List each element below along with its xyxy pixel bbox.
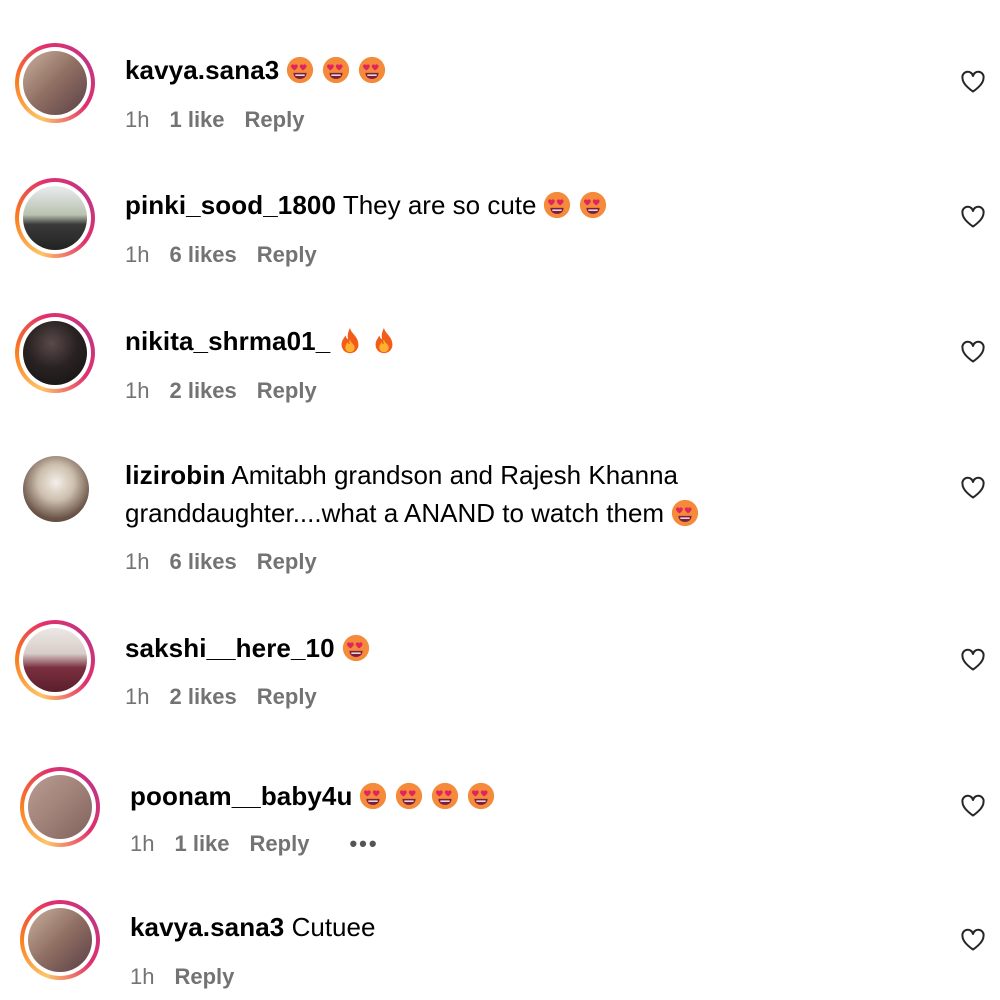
comment-meta: 1h 1 like Reply bbox=[125, 107, 324, 133]
comment-emojis bbox=[664, 498, 700, 528]
reply-button[interactable]: Reply bbox=[257, 549, 317, 574]
reply-button[interactable]: Reply bbox=[257, 378, 317, 403]
fire-emoji-icon bbox=[336, 326, 364, 356]
comment-line: poonam__baby4u bbox=[130, 777, 496, 815]
comment-time: 1h bbox=[130, 964, 155, 989]
comment-likes[interactable]: 6 likes bbox=[169, 549, 236, 574]
comment-likes[interactable]: 2 likes bbox=[169, 378, 236, 403]
comment-line: nikita_shrma01_ bbox=[125, 322, 398, 360]
avatar[interactable] bbox=[15, 313, 95, 393]
comment-time: 1h bbox=[125, 549, 150, 574]
comment-time: 1h bbox=[125, 107, 150, 132]
comment-meta: 1h 6 likes Reply bbox=[125, 242, 337, 268]
comment-emojis bbox=[536, 190, 608, 220]
heart-eyes-emoji-icon bbox=[394, 781, 424, 811]
reply-button[interactable]: Reply bbox=[257, 242, 317, 267]
heart-eyes-emoji-icon bbox=[578, 190, 608, 220]
heart-outline-icon[interactable] bbox=[960, 340, 986, 364]
reply-button[interactable]: Reply bbox=[174, 964, 234, 989]
heart-eyes-emoji-icon bbox=[321, 55, 351, 85]
comment-line: kavya.sana3 Cutuee bbox=[130, 908, 375, 946]
comment-likes[interactable]: 6 likes bbox=[169, 242, 236, 267]
comments-list: kavya.sana3 1h 1 like Reply pinki_sood_180… bbox=[0, 0, 1000, 1000]
comment-username[interactable]: poonam__baby4u bbox=[130, 781, 352, 811]
fire-emoji-icon bbox=[370, 326, 398, 356]
comment-meta: 1h 2 likes Reply bbox=[125, 378, 337, 404]
comment-emojis bbox=[335, 633, 371, 663]
avatar[interactable] bbox=[15, 178, 95, 258]
avatar[interactable] bbox=[15, 43, 95, 123]
heart-eyes-emoji-icon bbox=[285, 55, 315, 85]
heart-eyes-emoji-icon bbox=[670, 498, 700, 528]
comment-likes[interactable]: 1 like bbox=[169, 107, 224, 132]
heart-outline-icon[interactable] bbox=[960, 928, 986, 952]
comment-line: kavya.sana3 bbox=[125, 51, 387, 89]
comment-emojis bbox=[330, 326, 398, 356]
comment-line: pinki_sood_1800 They are so cute bbox=[125, 186, 608, 224]
avatar[interactable] bbox=[20, 767, 100, 847]
reply-button[interactable]: Reply bbox=[250, 831, 310, 856]
more-options-button[interactable]: ••• bbox=[349, 831, 378, 856]
comment-time: 1h bbox=[125, 242, 150, 267]
reply-button[interactable]: Reply bbox=[257, 684, 317, 709]
comment-username[interactable]: lizirobin bbox=[125, 460, 226, 490]
comment-username[interactable]: kavya.sana3 bbox=[130, 912, 284, 942]
heart-eyes-emoji-icon bbox=[357, 55, 387, 85]
comment-line: lizirobin Amitabh grandson and Rajesh Kh… bbox=[125, 456, 805, 532]
comment-likes[interactable]: 1 like bbox=[174, 831, 229, 856]
comment-meta: 1h 1 like Reply ••• bbox=[130, 831, 399, 857]
comment-time: 1h bbox=[125, 378, 150, 403]
heart-outline-icon[interactable] bbox=[960, 648, 986, 672]
comment-emojis bbox=[279, 55, 387, 85]
comment-username[interactable]: nikita_shrma01_ bbox=[125, 326, 330, 356]
comment-meta: 1h 2 likes Reply bbox=[125, 684, 337, 710]
comment-text: Cutuee bbox=[291, 912, 376, 942]
comment-text: They are so cute bbox=[342, 190, 537, 220]
avatar[interactable] bbox=[15, 448, 95, 528]
reply-button[interactable]: Reply bbox=[245, 107, 305, 132]
comment-likes[interactable]: 2 likes bbox=[169, 684, 236, 709]
heart-eyes-emoji-icon bbox=[430, 781, 460, 811]
heart-outline-icon[interactable] bbox=[960, 205, 986, 229]
comment-username[interactable]: sakshi__here_10 bbox=[125, 633, 335, 663]
comment-time: 1h bbox=[130, 831, 155, 856]
comment-emojis bbox=[352, 781, 496, 811]
heart-eyes-emoji-icon bbox=[358, 781, 388, 811]
comment-line: sakshi__here_10 bbox=[125, 629, 371, 667]
comment-time: 1h bbox=[125, 684, 150, 709]
comment-username[interactable]: pinki_sood_1800 bbox=[125, 190, 336, 220]
comment-username[interactable]: kavya.sana3 bbox=[125, 55, 279, 85]
heart-eyes-emoji-icon bbox=[542, 190, 572, 220]
comment-meta: 1h Reply bbox=[130, 964, 254, 990]
avatar[interactable] bbox=[15, 620, 95, 700]
heart-outline-icon[interactable] bbox=[960, 794, 986, 818]
avatar[interactable] bbox=[20, 900, 100, 980]
comment-meta: 1h 6 likes Reply bbox=[125, 549, 337, 575]
heart-eyes-emoji-icon bbox=[341, 633, 371, 663]
heart-outline-icon[interactable] bbox=[960, 70, 986, 94]
heart-eyes-emoji-icon bbox=[466, 781, 496, 811]
heart-outline-icon[interactable] bbox=[960, 476, 986, 500]
